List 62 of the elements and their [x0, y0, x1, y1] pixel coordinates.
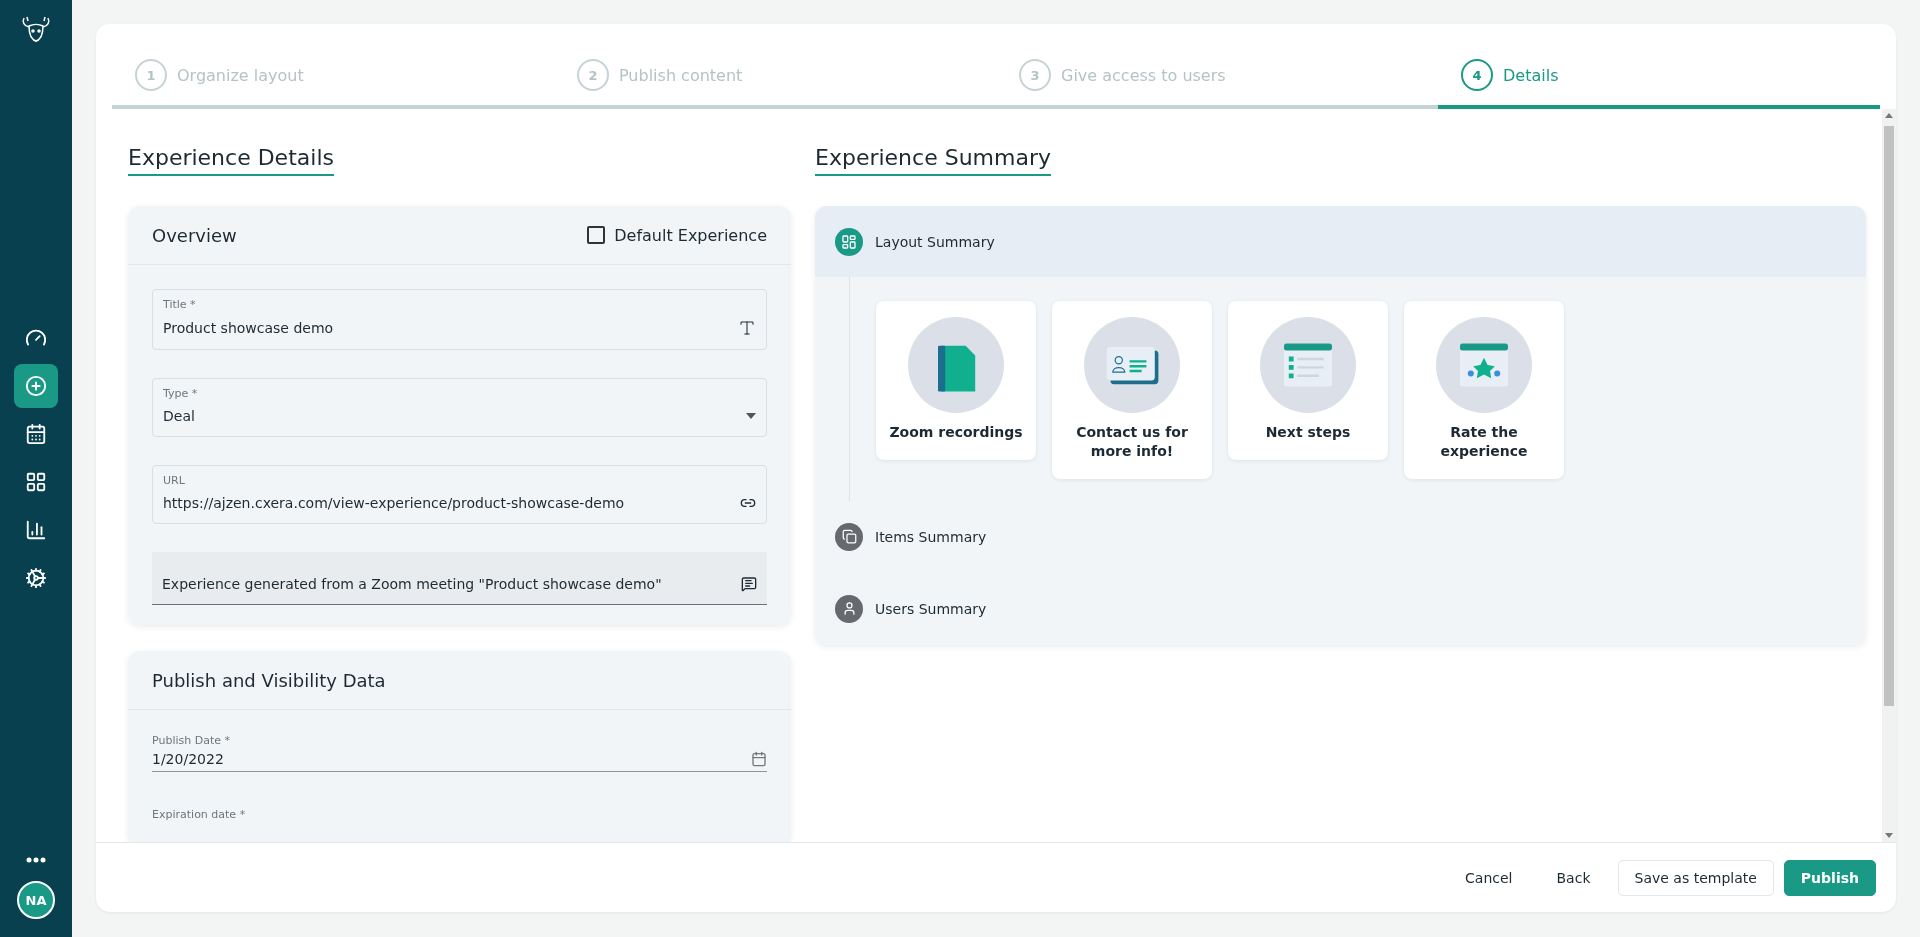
comment-icon [741, 576, 757, 592]
step-label: Give access to users [1061, 65, 1226, 85]
step-label: Organize layout [177, 65, 304, 85]
bar-chart-icon [25, 519, 47, 541]
field-value: Experience generated from a Zoom meeting "Product showcase demo" [162, 576, 663, 592]
step-number: 1 [135, 59, 167, 91]
footer-button[interactable]: Save as template [1617, 859, 1774, 896]
field-label: Title * [163, 298, 197, 311]
calendar-icon[interactable] [751, 751, 767, 767]
tile-title: Next steps [1265, 423, 1351, 442]
layout-tile[interactable]: Contact us for more info! [1052, 301, 1212, 479]
tile-title: Contact us for more info! [1075, 423, 1189, 461]
dropdown-caret-icon [746, 413, 756, 419]
scrollbar[interactable] [1882, 109, 1896, 842]
user-avatar[interactable]: NA [17, 881, 55, 919]
field-value: https://ajzen.cxera.com/view-experience/product-showcase-demo [163, 495, 626, 511]
card-title: Overview [152, 224, 237, 246]
publish-button[interactable]: Publish [1783, 859, 1876, 896]
layout-tile[interactable]: Zoom recordings [876, 301, 1036, 460]
field-label: Publish Date * [152, 734, 231, 747]
section-label: Users Summary [875, 600, 987, 617]
layout-tile[interactable]: Rate the experience [1404, 301, 1564, 479]
field-value: Deal [163, 408, 196, 424]
calendar-icon [25, 423, 47, 445]
field-label: URL [163, 474, 186, 487]
title-field[interactable]: Title * Product showcase demo [152, 289, 767, 350]
summary-section-header[interactable]: Users Summary [815, 572, 1866, 645]
step-number: 2 [577, 59, 609, 91]
type-select[interactable]: Type * Deal [152, 378, 767, 437]
summary-section-header[interactable]: Items Summary [815, 500, 1866, 573]
step-label: Details [1503, 65, 1559, 85]
scroll-up-icon[interactable] [1885, 113, 1893, 118]
card-title: Publish and Visibility Data [152, 669, 386, 691]
plus-circle-icon [25, 375, 47, 397]
tile-title: Zoom recordings [889, 423, 1023, 442]
checkbox-square[interactable] [587, 226, 606, 244]
section-label: Layout Summary [875, 233, 995, 250]
field-label: Type * [163, 387, 199, 400]
step-number: 4 [1461, 59, 1493, 91]
scroll-down-icon[interactable] [1885, 833, 1893, 838]
description-field[interactable]: Experience generated from a Zoom meeting "Product showcase demo" [152, 552, 767, 605]
layout-tile[interactable]: Next steps [1228, 301, 1388, 460]
summary-section-header[interactable]: Layout Summary [815, 206, 1866, 277]
step-tab[interactable]: 4 Details [1438, 59, 1880, 109]
grid-icon [25, 471, 47, 493]
copy-icon [835, 522, 863, 551]
section-heading: Experience Summary [815, 145, 1051, 176]
url-field[interactable]: URL https://ajzen.cxera.com/view-experience/product-showcase-demo [152, 465, 767, 524]
text-icon [738, 319, 756, 337]
section-label: Items Summary [875, 528, 987, 545]
more-icon[interactable] [26, 857, 46, 863]
nav-button[interactable] [14, 364, 58, 408]
tile-title: Rate the experience [1439, 423, 1529, 461]
step-number: 3 [1019, 59, 1051, 91]
section-heading: Experience Details [128, 145, 334, 176]
layout-icon [835, 227, 863, 256]
step-label: Publish content [619, 65, 743, 85]
field-label: Expiration date * [152, 808, 247, 821]
field-value: Product showcase demo [163, 320, 335, 336]
field-value: 1/20/2022 [152, 751, 225, 767]
user-icon [835, 594, 863, 623]
date-field[interactable]: Publish Date * 1/20/2022 [152, 734, 767, 772]
